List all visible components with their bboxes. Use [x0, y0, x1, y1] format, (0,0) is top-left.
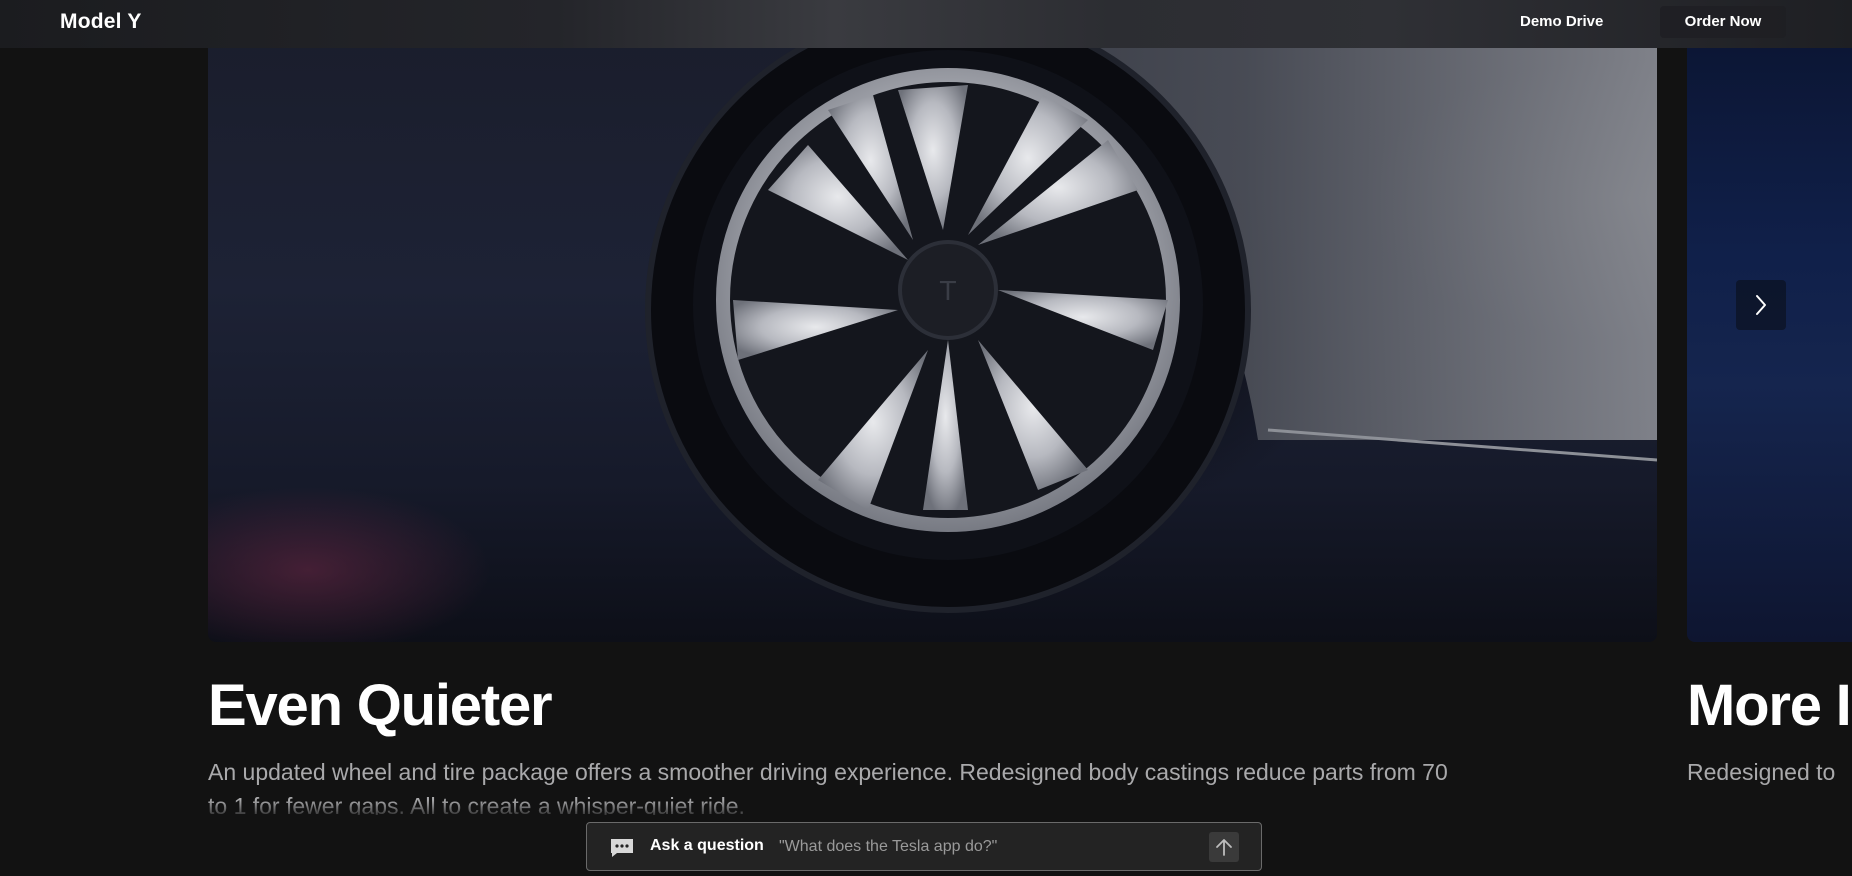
- order-now-button[interactable]: Order Now: [1660, 6, 1786, 38]
- demo-drive-button[interactable]: Demo Drive: [1502, 6, 1621, 38]
- slide-description-next: Redesigned to: [1687, 759, 1836, 785]
- arrow-up-icon: [1216, 839, 1232, 856]
- brand-logo[interactable]: Model Y: [60, 10, 142, 34]
- wheel-illustration: T: [628, 0, 1657, 613]
- chat-bubble-icon: [611, 839, 633, 857]
- slide-title-next: More I: [1687, 673, 1852, 738]
- svg-text:T: T: [939, 277, 956, 307]
- carousel-next-button[interactable]: [1736, 280, 1786, 330]
- ask-label: Ask a question: [650, 837, 764, 854]
- header: Model Y Demo Drive Order Now: [0, 0, 1852, 48]
- slide-image-wheel: T: [208, 0, 1657, 642]
- page: T Model Y Demo Drive Order Now Even Quie…: [0, 0, 1852, 876]
- slide-title: Even Quieter: [208, 673, 553, 738]
- ask-question-bar[interactable]: Ask a question: [586, 822, 1289, 871]
- chevron-right-icon: [1756, 295, 1766, 315]
- send-button[interactable]: [1209, 832, 1239, 862]
